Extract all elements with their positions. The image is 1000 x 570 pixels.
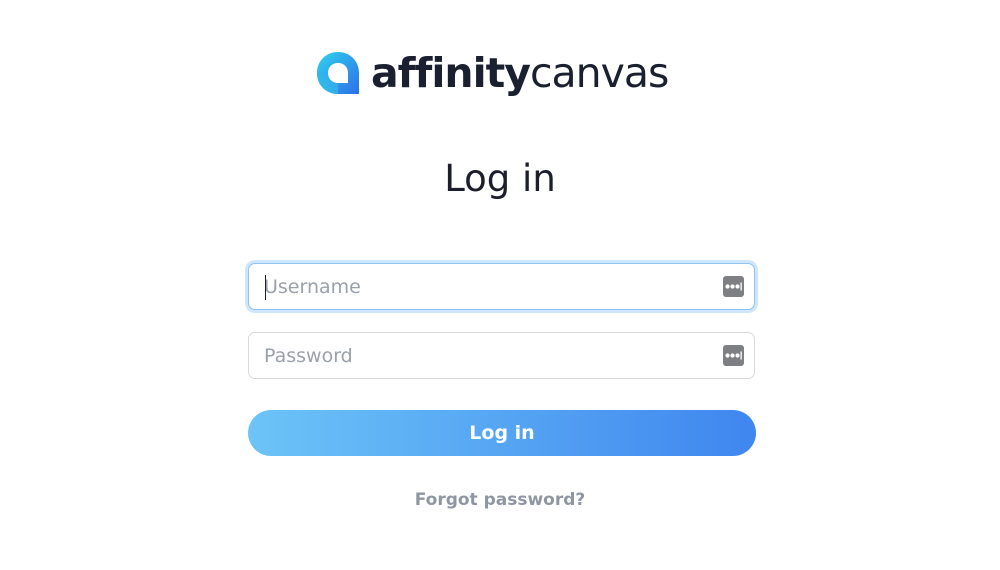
- brand-wordmark: affinitycanvas: [371, 48, 669, 98]
- forgot-password-link[interactable]: Forgot password?: [415, 490, 586, 510]
- login-button[interactable]: Log in: [248, 410, 756, 456]
- brand-name-light: canvas: [529, 49, 669, 97]
- brand-logo: affinitycanvas: [315, 48, 669, 98]
- password-manager-icon[interactable]: [723, 276, 744, 297]
- page-title: Log in: [444, 157, 556, 200]
- username-field[interactable]: [248, 263, 755, 310]
- forgot-password-row: Forgot password?: [0, 488, 1000, 512]
- password-field[interactable]: [248, 332, 755, 379]
- text-caret: [265, 275, 266, 300]
- username-input[interactable]: [264, 264, 714, 309]
- brand-name-bold: affinity: [371, 49, 531, 97]
- password-input[interactable]: [264, 333, 714, 378]
- affinity-logo-icon: [317, 52, 359, 94]
- password-manager-icon[interactable]: [723, 345, 744, 366]
